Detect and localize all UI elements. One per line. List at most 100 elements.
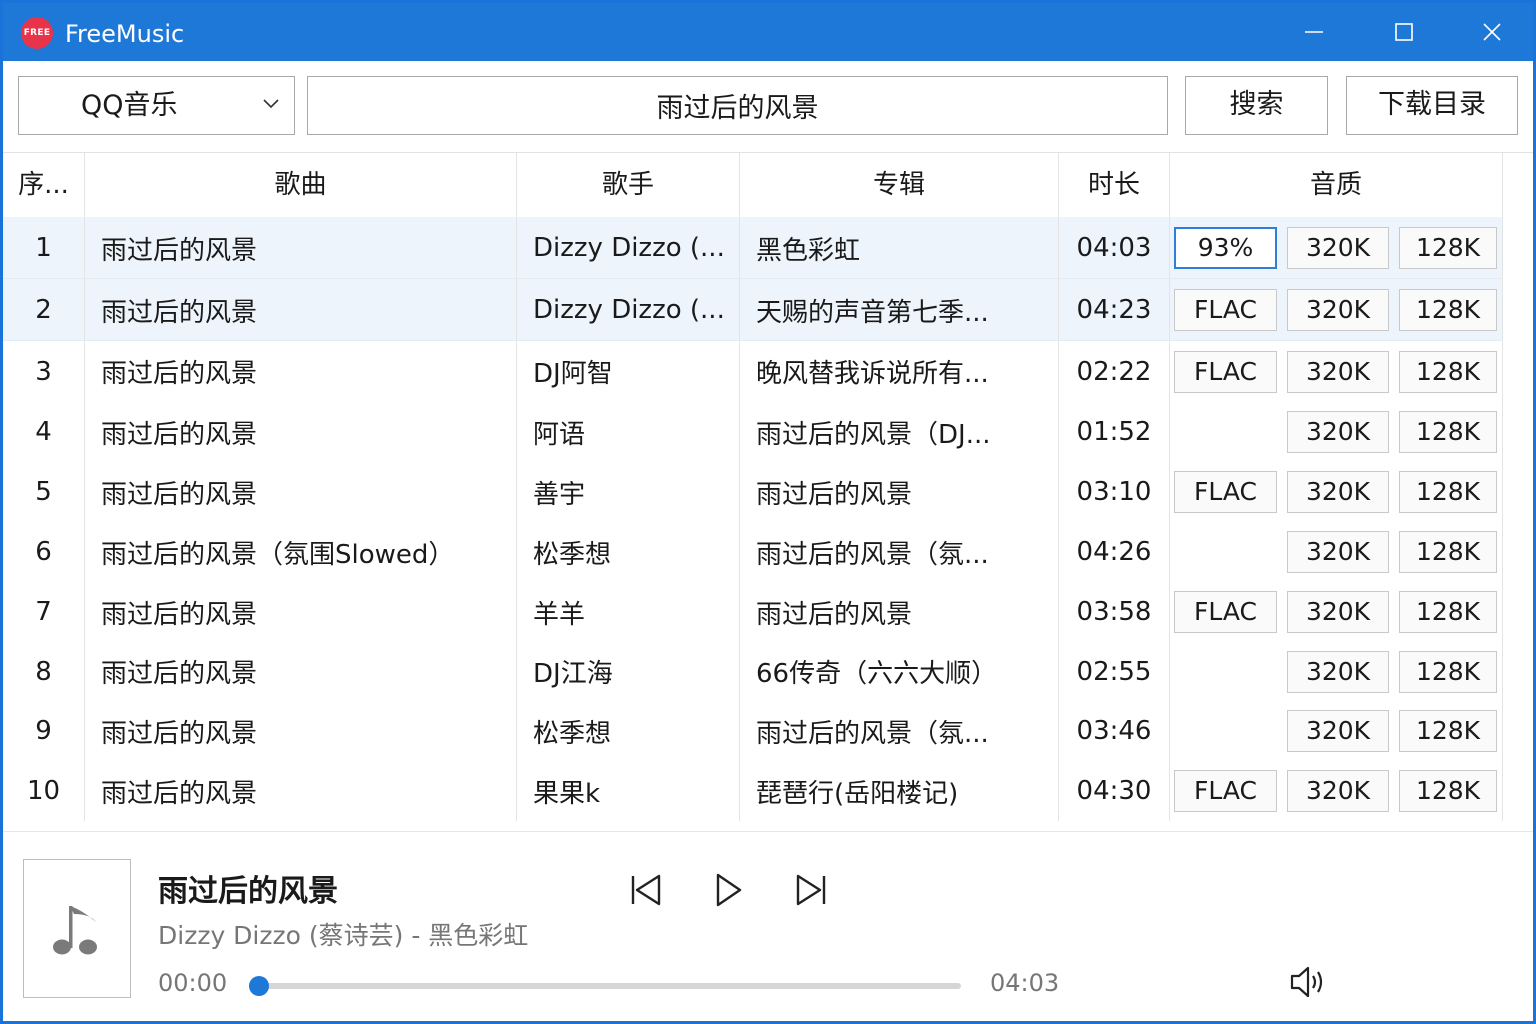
cell-index: 9 <box>3 701 85 761</box>
close-icon <box>1483 23 1501 41</box>
minimize-button[interactable] <box>1269 3 1359 61</box>
search-input[interactable] <box>307 76 1168 135</box>
quality-button-320k[interactable]: 320K <box>1287 289 1389 331</box>
previous-icon <box>631 874 661 906</box>
minimize-icon <box>1305 31 1323 33</box>
quality-button-128k[interactable]: 128K <box>1399 651 1497 693</box>
cell-album: 雨过后的风景 <box>740 462 1059 522</box>
quality-button-320k[interactable]: 320K <box>1287 471 1389 513</box>
quality-button-320k[interactable]: 320K <box>1287 770 1389 812</box>
table-row[interactable]: 7 雨过后的风景 羊羊 雨过后的风景 03:58 FLAC 320K 128K <box>3 582 1503 642</box>
source-select[interactable]: QQ音乐 <box>18 76 295 135</box>
table-row[interactable]: 3 雨过后的风景 DJ阿智 晚风替我诉说所有... 02:22 FLAC 320K 128K <box>3 341 1503 402</box>
quality-button-128k[interactable]: 128K <box>1399 227 1497 269</box>
cell-duration: 03:58 <box>1059 582 1170 642</box>
table-row[interactable]: 4 雨过后的风景 阿语 雨过后的风景（DJ... 01:52 320K 128K <box>3 402 1503 462</box>
cell-quality: 320K 128K <box>1170 402 1503 462</box>
quality-button-320k[interactable]: 320K <box>1287 591 1389 633</box>
quality-button-128k[interactable]: 128K <box>1399 289 1497 331</box>
quality-button-320k[interactable]: 320K <box>1287 651 1389 693</box>
table-row[interactable]: 8 雨过后的风景 DJ江海 66传奇（六六大顺） 02:55 320K 128K <box>3 642 1503 701</box>
cell-quality: FLAC 320K 128K <box>1170 761 1503 821</box>
cell-quality: 320K 128K <box>1170 642 1503 701</box>
volume-button[interactable] <box>1289 964 1329 1000</box>
cell-artist: 羊羊 <box>517 582 740 642</box>
table-row[interactable]: 2 雨过后的风景 Dizzy Dizzo (... 天赐的声音第七季... 04:23 F… <box>3 279 1503 341</box>
cell-artist: 善宇 <box>517 462 740 522</box>
cell-album: 雨过后的风景 <box>740 582 1059 642</box>
total-time: 04:03 <box>990 969 1060 997</box>
cell-index: 8 <box>3 642 85 701</box>
close-button[interactable] <box>1447 3 1533 61</box>
table-row[interactable]: 10 雨过后的风景 果果k 琵琶行(岳阳楼记) 04:30 FLAC 320K 128K <box>3 761 1503 821</box>
cell-quality: 320K 128K <box>1170 701 1503 761</box>
cell-artist: Dizzy Dizzo (... <box>517 279 740 341</box>
quality-button-320k[interactable]: 320K <box>1287 227 1389 269</box>
cell-album: 雨过后的风景（氛... <box>740 701 1059 761</box>
cell-index: 4 <box>3 402 85 462</box>
title-bar: FREE FreeMusic <box>3 3 1533 61</box>
cell-album: 66传奇（六六大顺） <box>740 642 1059 701</box>
cell-artist: 松季想 <box>517 522 740 582</box>
search-button[interactable]: 搜索 <box>1185 76 1328 135</box>
table-scrollbar[interactable] <box>1503 153 1533 831</box>
cell-album: 天赐的声音第七季... <box>740 279 1059 341</box>
header-song[interactable]: 歌曲 <box>85 153 517 217</box>
quality-button-lossless[interactable]: FLAC <box>1174 289 1277 331</box>
volume-icon <box>1290 966 1323 998</box>
table-row[interactable]: 9 雨过后的风景 松季想 雨过后的风景（氛... 03:46 320K 128K <box>3 701 1503 761</box>
cell-index: 2 <box>3 279 85 341</box>
cell-song: 雨过后的风景 <box>85 341 517 402</box>
cell-index: 1 <box>3 217 85 279</box>
quality-button-320k[interactable]: 320K <box>1287 351 1389 393</box>
next-button[interactable] <box>792 870 832 910</box>
quality-button-lossless[interactable]: FLAC <box>1174 351 1277 393</box>
quality-button-320k[interactable]: 320K <box>1287 531 1389 573</box>
album-cover <box>23 859 131 998</box>
quality-button-128k[interactable]: 128K <box>1399 591 1497 633</box>
app-window: FREE FreeMusic QQ音乐 搜索 下载目录 序... 歌曲 歌手 专… <box>0 0 1536 1024</box>
header-index[interactable]: 序... <box>3 153 85 217</box>
quality-button-lossless[interactable]: FLAC <box>1174 471 1277 513</box>
quality-button-128k[interactable]: 128K <box>1399 710 1497 752</box>
quality-button-320k[interactable]: 320K <box>1287 411 1389 453</box>
progress-slider[interactable] <box>249 976 961 996</box>
quality-button-128k[interactable]: 128K <box>1399 531 1497 573</box>
quality-button-128k[interactable]: 128K <box>1399 471 1497 513</box>
cell-song: 雨过后的风景 <box>85 402 517 462</box>
quality-button-128k[interactable]: 128K <box>1399 411 1497 453</box>
quality-button-320k[interactable]: 320K <box>1287 710 1389 752</box>
quality-button-lossless[interactable]: FLAC <box>1174 591 1277 633</box>
table-header: 序... 歌曲 歌手 专辑 时长 音质 <box>3 153 1503 217</box>
cell-song: 雨过后的风景（氛围Slowed） <box>85 522 517 582</box>
cell-song: 雨过后的风景 <box>85 279 517 341</box>
current-time: 00:00 <box>158 969 228 997</box>
maximize-button[interactable] <box>1359 3 1449 61</box>
quality-button-128k[interactable]: 128K <box>1399 351 1497 393</box>
previous-button[interactable] <box>625 870 665 910</box>
quality-button-lossless[interactable]: 93% <box>1174 227 1277 269</box>
cell-artist: Dizzy Dizzo (... <box>517 217 740 279</box>
cell-duration: 02:22 <box>1059 341 1170 402</box>
cell-duration: 01:52 <box>1059 402 1170 462</box>
table-row[interactable]: 5 雨过后的风景 善宇 雨过后的风景 03:10 FLAC 320K 128K <box>3 462 1503 522</box>
header-quality[interactable]: 音质 <box>1170 153 1503 217</box>
download-directory-button[interactable]: 下载目录 <box>1346 76 1518 135</box>
cell-album: 琵琶行(岳阳楼记) <box>740 761 1059 821</box>
table-row[interactable]: 6 雨过后的风景（氛围Slowed） 松季想 雨过后的风景（氛... 04:26 320K… <box>3 522 1503 582</box>
cell-duration: 04:26 <box>1059 522 1170 582</box>
table-row[interactable]: 1 雨过后的风景 Dizzy Dizzo (... 黑色彩虹 04:03 93% 320K 1… <box>3 217 1503 279</box>
cell-artist: 松季想 <box>517 701 740 761</box>
cell-artist: DJ江海 <box>517 642 740 701</box>
progress-thumb[interactable] <box>249 976 269 996</box>
header-artist[interactable]: 歌手 <box>517 153 740 217</box>
header-album[interactable]: 专辑 <box>740 153 1059 217</box>
quality-button-lossless[interactable]: FLAC <box>1174 770 1277 812</box>
play-button[interactable] <box>708 870 748 910</box>
cell-artist: 阿语 <box>517 402 740 462</box>
quality-button-128k[interactable]: 128K <box>1399 770 1497 812</box>
cell-duration: 04:03 <box>1059 217 1170 279</box>
cell-index: 7 <box>3 582 85 642</box>
cell-index: 10 <box>3 761 85 821</box>
header-duration[interactable]: 时长 <box>1059 153 1170 217</box>
